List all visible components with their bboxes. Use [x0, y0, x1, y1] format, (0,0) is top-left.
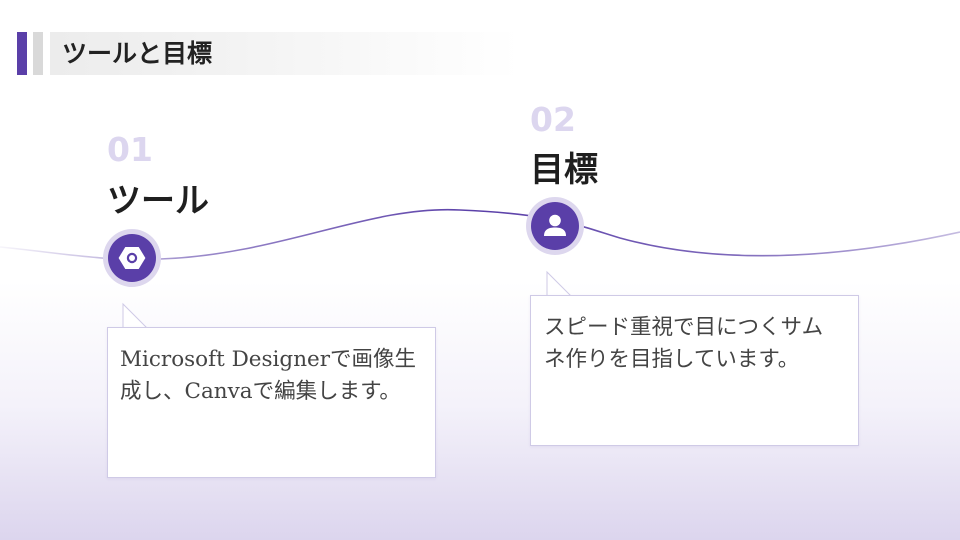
step-marker-dot — [108, 234, 156, 282]
step-number: 01 — [107, 130, 153, 169]
step-description: Microsoft Designerで画像生成し、Canvaで編集します。 — [120, 347, 417, 404]
step-marker-dot — [531, 202, 579, 250]
bubble-tail — [546, 270, 573, 297]
description-bubble: スピード重視で目につくサムネ作りを目指しています。 — [530, 295, 859, 446]
description-bubble: Microsoft Designerで画像生成し、Canvaで編集します。 — [107, 327, 436, 478]
step-marker — [103, 229, 161, 287]
step-marker — [526, 197, 584, 255]
hexagon-nut-icon — [118, 247, 146, 269]
step-number: 02 — [530, 100, 576, 139]
step-heading: 目標 — [530, 150, 598, 190]
bubble-tail — [122, 302, 149, 329]
person-icon — [544, 214, 566, 236]
step-heading: ツール — [107, 181, 209, 221]
step-description: スピード重視で目につくサムネ作りを目指しています。 — [544, 315, 824, 372]
